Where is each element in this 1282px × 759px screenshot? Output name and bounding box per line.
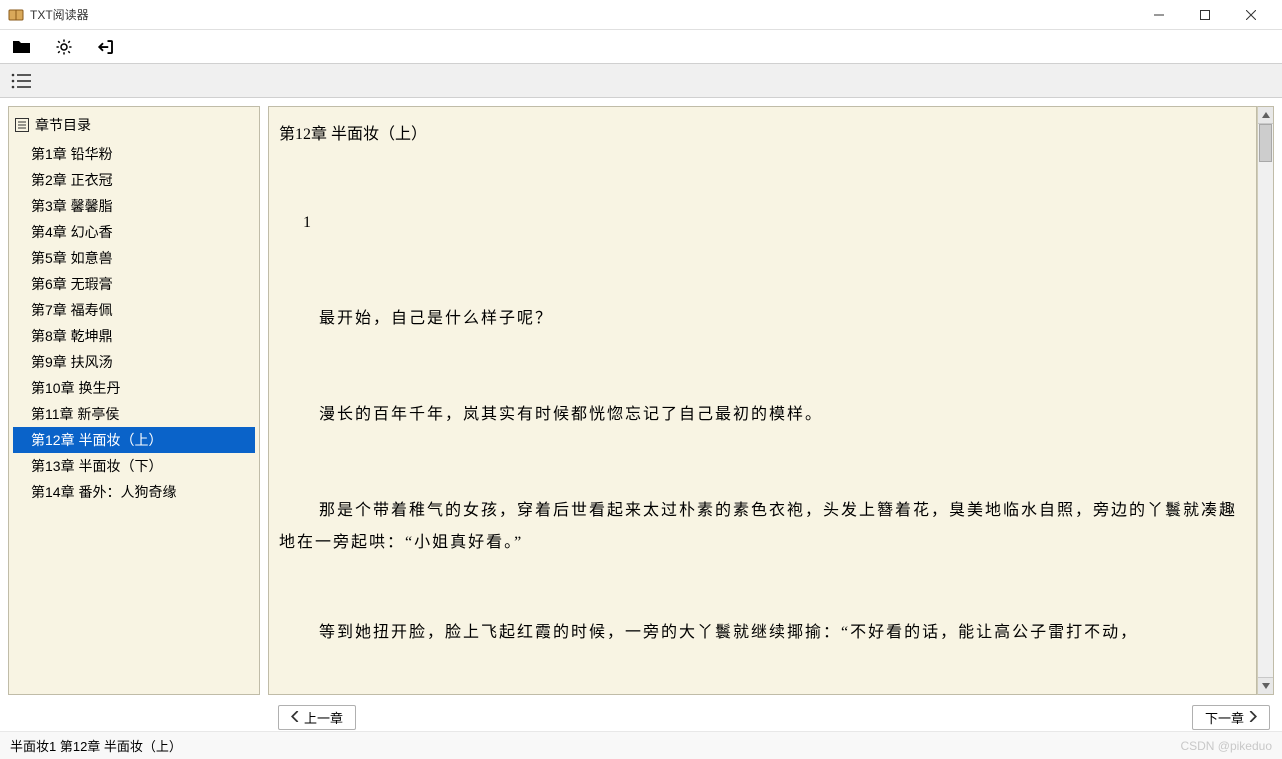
chapter-sidebar: 章节目录 第1章 铅华粉第2章 正衣冠第3章 馨馨脂第4章 幻心香第5章 如意兽… [8, 106, 260, 695]
next-chapter-label: 下一章 [1205, 708, 1244, 727]
chapter-item[interactable]: 第8章 乾坤鼎 [13, 323, 255, 349]
close-button[interactable] [1228, 0, 1274, 30]
main-area: 章节目录 第1章 铅华粉第2章 正衣冠第3章 馨馨脂第4章 幻心香第5章 如意兽… [0, 98, 1282, 703]
chapter-item[interactable]: 第1章 铅华粉 [13, 141, 255, 167]
chapter-item[interactable]: 第14章 番外：人狗奇缘 [13, 479, 255, 505]
prev-chapter-button[interactable]: 上一章 [278, 705, 356, 730]
content-paragraph: 1 [279, 207, 1242, 239]
minimize-button[interactable] [1136, 0, 1182, 30]
content-scrollbar[interactable] [1257, 106, 1274, 695]
maximize-button[interactable] [1182, 0, 1228, 30]
chapter-item[interactable]: 第9章 扶风汤 [13, 349, 255, 375]
scroll-down-button[interactable] [1258, 677, 1273, 694]
chapter-item[interactable]: 第3章 馨馨脂 [13, 193, 255, 219]
toc-icon [15, 118, 29, 132]
sidebar-header: 章节目录 [13, 111, 255, 141]
content-wrap: 第12章 半面妆（上） 1 最开始，自己是什么样子呢？ 漫长的百年千年，岚其实有… [268, 106, 1274, 695]
exit-button[interactable] [94, 35, 118, 59]
chapter-item[interactable]: 第6章 无瑕膏 [13, 271, 255, 297]
chapter-item[interactable]: 第10章 换生丹 [13, 375, 255, 401]
window-titlebar: TXT阅读器 [0, 0, 1282, 30]
toolbar [0, 30, 1282, 64]
app-icon [8, 7, 24, 23]
chapter-item[interactable]: 第7章 福寿佩 [13, 297, 255, 323]
chapter-nav: 上一章 下一章 [0, 703, 1282, 731]
window-controls [1136, 0, 1274, 30]
reader-content: 第12章 半面妆（上） 1 最开始，自己是什么样子呢？ 漫长的百年千年，岚其实有… [268, 106, 1257, 695]
chevron-right-icon [1248, 710, 1257, 725]
chapter-item[interactable]: 第12章 半面妆（上） [13, 427, 255, 453]
chapter-item[interactable]: 第5章 如意兽 [13, 245, 255, 271]
watermark: CSDN @pikeduo [1180, 739, 1272, 753]
content-paragraph: 最开始，自己是什么样子呢？ [279, 303, 1242, 335]
content-paragraph: 漫长的百年千年，岚其实有时候都恍惚忘记了自己最初的模样。 [279, 399, 1242, 431]
chapter-item[interactable]: 第4章 幻心香 [13, 219, 255, 245]
chapter-item[interactable]: 第11章 新亭侯 [13, 401, 255, 427]
status-text: 半面妆1 第12章 半面妆（上） [10, 736, 182, 755]
settings-button[interactable] [52, 35, 76, 59]
content-paragraph: 等到她扭开脸，脸上飞起红霞的时候，一旁的大丫鬟就继续揶揄：“不好看的话，能让高公… [279, 617, 1242, 649]
open-file-button[interactable] [10, 35, 34, 59]
scroll-thumb[interactable] [1259, 124, 1272, 162]
status-bar: 半面妆1 第12章 半面妆（上） [0, 731, 1282, 759]
window-title: TXT阅读器 [30, 6, 1136, 23]
scroll-up-button[interactable] [1258, 107, 1273, 124]
prev-chapter-label: 上一章 [304, 708, 343, 727]
content-chapter-title: 第12章 半面妆（上） [279, 119, 1242, 151]
toc-toggle-button[interactable] [10, 69, 34, 93]
secondary-toolbar [0, 64, 1282, 98]
content-paragraph: 那是个带着稚气的女孩，穿着后世看起来太过朴素的素色衣袍，头发上簪着花，臭美地临水… [279, 495, 1242, 559]
chapter-item[interactable]: 第13章 半面妆（下） [13, 453, 255, 479]
chapter-list: 第1章 铅华粉第2章 正衣冠第3章 馨馨脂第4章 幻心香第5章 如意兽第6章 无… [13, 141, 255, 505]
chapter-item[interactable]: 第2章 正衣冠 [13, 167, 255, 193]
sidebar-title: 章节目录 [35, 115, 91, 135]
chevron-left-icon [291, 710, 300, 725]
next-chapter-button[interactable]: 下一章 [1192, 705, 1270, 730]
